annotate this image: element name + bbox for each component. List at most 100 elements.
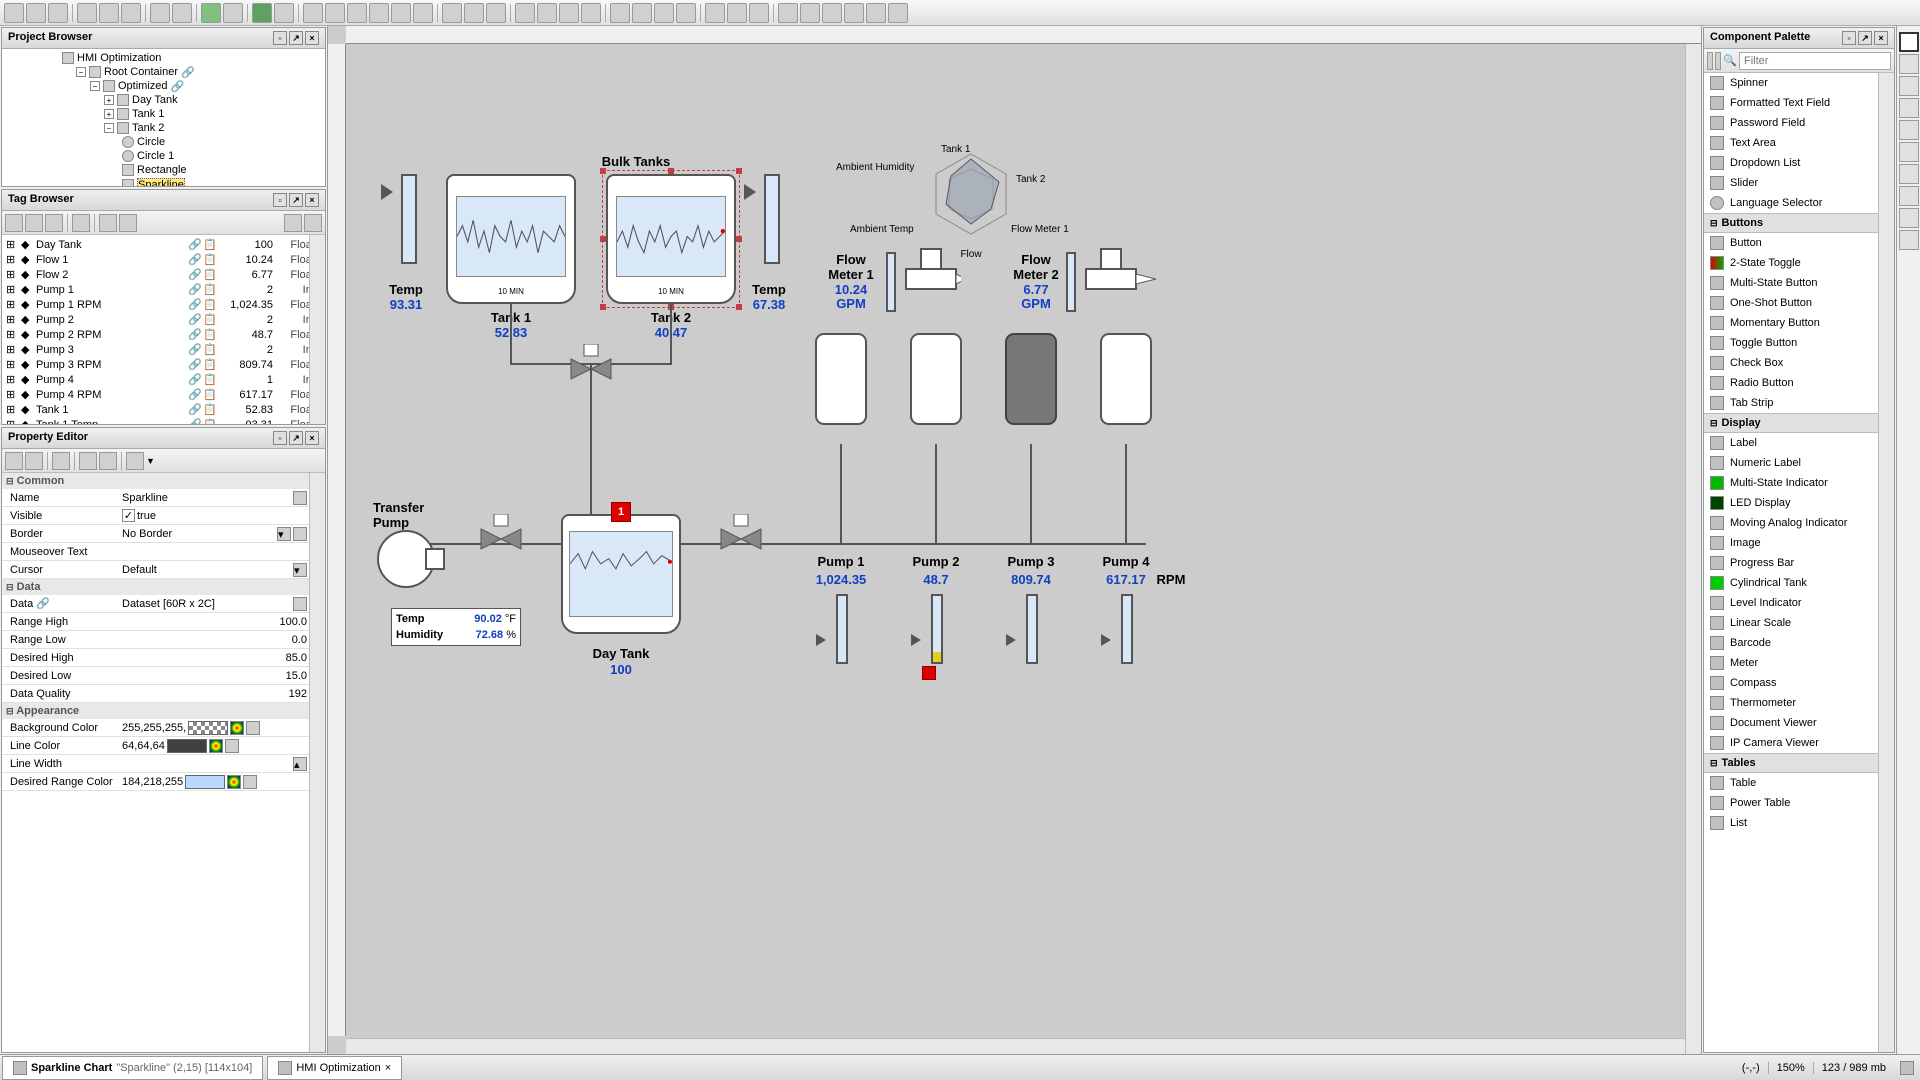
prop-spinner-up-icon[interactable]: ▴ xyxy=(293,757,307,771)
palette-spinner[interactable]: Spinner xyxy=(1704,73,1894,93)
palette-scrollbar[interactable] xyxy=(1878,73,1894,1052)
palette-dropdown[interactable]: Dropdown List xyxy=(1704,153,1894,173)
designer-canvas[interactable]: Bulk Tanks 10 MIN Tank 1 52.83 10 MIN xyxy=(346,44,1683,1036)
palette-label[interactable]: Label xyxy=(1704,433,1894,453)
tb-redo-icon[interactable] xyxy=(172,3,192,23)
prop-linewidth-input[interactable] xyxy=(122,758,291,770)
tb-center-v-icon[interactable] xyxy=(844,3,864,23)
tb-rotate-right-icon[interactable] xyxy=(369,3,389,23)
palette-list-icon[interactable] xyxy=(1715,52,1721,70)
pump2-alarm[interactable] xyxy=(922,666,936,680)
gc-icon[interactable] xyxy=(1900,1061,1914,1075)
tag-add-icon[interactable] xyxy=(72,214,90,232)
prop-cursor-input[interactable] xyxy=(122,564,291,576)
palette-cylinder[interactable]: Cylindrical Tank xyxy=(1704,573,1894,593)
tb-stack-v-icon[interactable] xyxy=(888,3,908,23)
pump1-bar[interactable] xyxy=(836,594,848,664)
tag-row[interactable]: ⊞◆Tank 1 Temp🔗📋93.31Float8 xyxy=(4,417,323,424)
pencil-tool-icon[interactable] xyxy=(1899,164,1919,184)
prop-db-btn[interactable] xyxy=(225,739,239,753)
tb-center-h-icon[interactable] xyxy=(822,3,842,23)
panel-pin-icon[interactable]: ▫ xyxy=(273,431,287,445)
panel-pin-icon[interactable]: ▫ xyxy=(273,31,287,45)
panel-pin-icon[interactable]: ▫ xyxy=(273,193,287,207)
tb-snap-icon[interactable] xyxy=(303,3,323,23)
palette-progress[interactable]: Progress Bar xyxy=(1704,553,1894,573)
tb-publish-icon[interactable] xyxy=(223,3,243,23)
tb-save-icon[interactable] xyxy=(48,3,68,23)
prop-rangelow-input[interactable] xyxy=(122,634,307,646)
tag-row[interactable]: ⊞◆Pump 1🔗📋2Int4 xyxy=(4,282,323,297)
tag-refresh-icon[interactable] xyxy=(45,214,63,232)
prop-cat-icon[interactable] xyxy=(5,452,23,470)
prop-border-input[interactable] xyxy=(122,528,275,540)
prop-bind-icon[interactable] xyxy=(52,452,70,470)
panel-float-icon[interactable]: ↗ xyxy=(289,431,303,445)
canvas-scrollbar-h[interactable] xyxy=(346,1038,1685,1054)
tb-zoom-fit-icon[interactable] xyxy=(486,3,506,23)
tag-export-icon[interactable] xyxy=(119,214,137,232)
palette-textarea[interactable]: Text Area xyxy=(1704,133,1894,153)
select-tool-icon[interactable] xyxy=(1899,32,1919,52)
valve2[interactable] xyxy=(476,514,526,554)
tank1-graphic[interactable]: 10 MIN xyxy=(446,174,576,304)
tb-module-icon[interactable] xyxy=(274,3,294,23)
palette-linear[interactable]: Linear Scale xyxy=(1704,613,1894,633)
color-picker-icon[interactable] xyxy=(230,721,244,735)
palette-multistate[interactable]: Multi-State Button xyxy=(1704,273,1894,293)
prop-visible-checkbox[interactable]: ✓ xyxy=(122,509,135,522)
palette-button[interactable]: Button xyxy=(1704,233,1894,253)
radar-chart[interactable] xyxy=(921,144,1021,244)
panel-close-icon[interactable]: × xyxy=(305,31,319,45)
palette-slider[interactable]: Slider xyxy=(1704,173,1894,193)
palette-list[interactable]: Spinner Formatted Text Field Password Fi… xyxy=(1704,73,1894,1052)
day-tank-graphic[interactable] xyxy=(561,514,681,634)
tb-new-icon[interactable] xyxy=(4,3,24,23)
tree-selected-sparkline[interactable]: Sparkline xyxy=(137,178,185,186)
zoom-label[interactable]: 150% xyxy=(1768,1062,1813,1074)
tb-open-icon[interactable] xyxy=(26,3,46,23)
line-tool-icon[interactable] xyxy=(1899,120,1919,140)
panel-close-icon[interactable]: × xyxy=(305,431,319,445)
panel-close-icon[interactable]: × xyxy=(1874,31,1888,45)
palette-docview[interactable]: Document Viewer xyxy=(1704,713,1894,733)
palette-ipcam[interactable]: IP Camera Viewer xyxy=(1704,733,1894,753)
tb-flip-v-icon[interactable] xyxy=(413,3,433,23)
temp2-bar[interactable] xyxy=(764,174,780,264)
tb-paste-icon[interactable] xyxy=(121,3,141,23)
palette-mai[interactable]: Moving Analog Indicator xyxy=(1704,513,1894,533)
dropdown-icon[interactable]: ▾ xyxy=(293,563,307,577)
selection-box[interactable] xyxy=(602,170,740,308)
prop-name-input[interactable] xyxy=(122,492,291,504)
transfer-pump[interactable] xyxy=(376,524,446,594)
tag-row[interactable]: ⊞◆Flow 2🔗📋6.77Float8 xyxy=(4,267,323,282)
circle-tool-icon[interactable] xyxy=(1899,76,1919,96)
prop-dataset-btn[interactable] xyxy=(293,597,307,611)
tb-zoom-out-icon[interactable] xyxy=(464,3,484,23)
prop-filter-icon[interactable] xyxy=(79,452,97,470)
palette-table[interactable]: Table xyxy=(1704,773,1894,793)
fm1-bar[interactable] xyxy=(886,252,896,312)
tag-tree[interactable]: ⊞◆Day Tank🔗📋100Float8⊞◆Flow 1🔗📋10.24Floa… xyxy=(2,235,325,424)
tb-same-height-icon[interactable] xyxy=(800,3,820,23)
polygon-tool-icon[interactable] xyxy=(1899,98,1919,118)
prop-db-btn[interactable] xyxy=(246,721,260,735)
tb-align-bottom-icon[interactable] xyxy=(632,3,652,23)
tag-tree-icon[interactable] xyxy=(5,214,23,232)
tb-back-icon[interactable] xyxy=(727,3,747,23)
panel-float-icon[interactable]: ↗ xyxy=(289,193,303,207)
path-tool-icon[interactable] xyxy=(1899,186,1919,206)
palette-lang[interactable]: Language Selector xyxy=(1704,193,1894,213)
tb-align-right-icon[interactable] xyxy=(559,3,579,23)
prop-mouseover-input[interactable] xyxy=(122,546,307,558)
palette-2state[interactable]: 2-State Toggle xyxy=(1704,253,1894,273)
tb-forward-icon[interactable] xyxy=(749,3,769,23)
palette-image[interactable]: Image xyxy=(1704,533,1894,553)
tb-distrib-v-icon[interactable] xyxy=(676,3,696,23)
alarm-badge[interactable]: 1 xyxy=(611,502,631,522)
prop-expand-icon[interactable] xyxy=(99,452,117,470)
temp1-bar[interactable] xyxy=(401,174,417,264)
canvas-scrollbar-v[interactable] xyxy=(1685,44,1701,1054)
tb-preview-icon[interactable] xyxy=(201,3,221,23)
palette-level[interactable]: Level Indicator xyxy=(1704,593,1894,613)
